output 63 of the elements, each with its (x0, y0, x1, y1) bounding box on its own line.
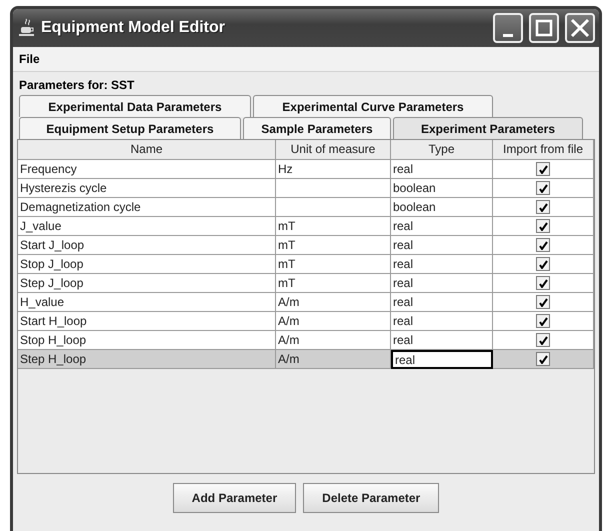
table-cell: H_value (18, 293, 276, 312)
table-cell: Step J_loop (18, 274, 276, 293)
action-button[interactable]: Delete Parameter (303, 483, 440, 513)
table-cell: A/m (276, 350, 391, 369)
column-header[interactable]: Unit of measure (276, 140, 391, 160)
checkbox[interactable] (536, 219, 550, 233)
checkbox[interactable] (536, 314, 550, 328)
table-cell: real (391, 293, 493, 312)
checkbox[interactable] (536, 257, 550, 271)
maximize-button[interactable] (529, 13, 559, 43)
window-title: Equipment Model Editor (41, 19, 226, 37)
tab[interactable]: Equipment Setup Parameters (19, 117, 241, 139)
table-cell: real (391, 255, 493, 274)
table-cell: real (391, 217, 493, 236)
table-cell: Hz (276, 160, 391, 179)
minimize-icon (503, 34, 513, 36)
minimize-button[interactable] (493, 13, 523, 43)
action-button[interactable]: Add Parameter (172, 483, 296, 513)
table-cell: A/m (276, 312, 391, 331)
table-cell: real (391, 236, 493, 255)
table-cell: Stop J_loop (18, 255, 276, 274)
tab[interactable]: Experimental Curve Parameters (253, 95, 493, 117)
table-cell: real (391, 331, 493, 350)
table-cell: Start J_loop (18, 236, 276, 255)
checkbox[interactable] (536, 181, 550, 195)
close-icon (570, 18, 590, 38)
tab[interactable]: Experimental Data Parameters (19, 95, 251, 117)
checkbox[interactable] (536, 352, 550, 366)
tab[interactable]: Experiment Parameters (393, 117, 583, 139)
table-cell: mT (276, 236, 391, 255)
table-cell: Start H_loop (18, 312, 276, 331)
checkbox[interactable] (536, 333, 550, 347)
table-cell: real (391, 274, 493, 293)
checkbox[interactable] (536, 295, 550, 309)
table-cell: Stop H_loop (18, 331, 276, 350)
checkbox[interactable] (536, 276, 550, 290)
table-cell: mT (276, 217, 391, 236)
table-cell: boolean (391, 179, 493, 198)
maximize-icon (535, 19, 553, 37)
cup-icon (19, 18, 35, 38)
parameters-label: Parameters for: SST (18, 77, 136, 94)
tab[interactable]: Sample Parameters (243, 117, 391, 139)
column-header[interactable]: Type (391, 140, 493, 160)
table-cell: J_value (18, 217, 276, 236)
column-header[interactable]: Import from file (493, 140, 594, 160)
menu-item[interactable]: File (19, 52, 40, 66)
checkbox[interactable] (536, 200, 550, 214)
checkbox[interactable] (536, 162, 550, 176)
table-cell: Step H_loop (18, 350, 276, 369)
cell-editor-field[interactable]: real (391, 350, 493, 369)
checkbox[interactable] (536, 238, 550, 252)
table-cell: boolean (391, 198, 493, 217)
table-cell: Demagnetization cycle (18, 198, 276, 217)
table-cell: real (391, 160, 493, 179)
table-cell: A/m (276, 331, 391, 350)
table-cell: mT (276, 255, 391, 274)
table-cell: real (391, 312, 493, 331)
table-cell: A/m (276, 293, 391, 312)
table-cell: mT (276, 274, 391, 293)
close-button[interactable] (565, 13, 595, 43)
table-cell: Frequency (18, 160, 276, 179)
table-cell: Hysterezis cycle (18, 179, 276, 198)
column-header[interactable]: Name (18, 140, 276, 160)
